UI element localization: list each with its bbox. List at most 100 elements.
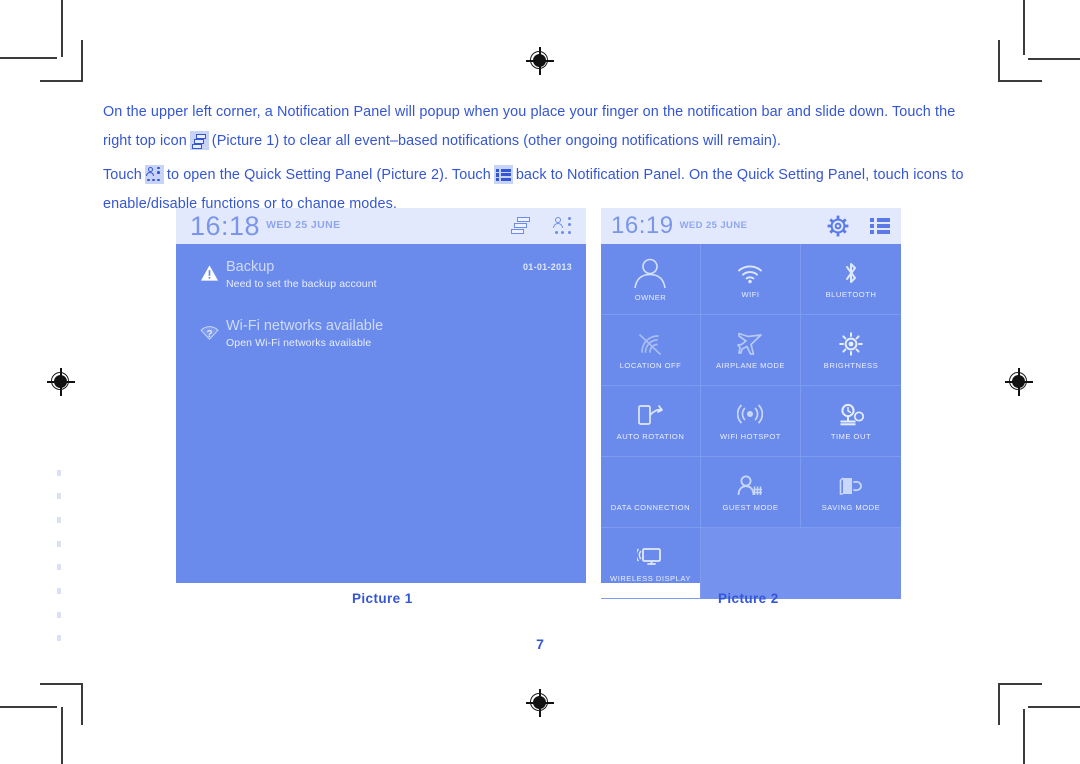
registration-mark-left (47, 368, 75, 396)
notification-subtitle: Open Wi-Fi networks available (226, 337, 372, 350)
timeout-icon (837, 401, 865, 429)
tile-label: WIFI HOTSPOT (720, 432, 781, 441)
notification-timestamp: 01-01-2013 (522, 262, 572, 272)
crop-mark-bottom-left-vertical (61, 707, 63, 764)
statusbar-time: 16:18 (190, 210, 261, 241)
tile-owner[interactable]: OWNER (601, 244, 701, 315)
crop-mark-bottom-left-horizontal (0, 706, 57, 708)
quick-settings-icon (144, 165, 164, 184)
registration-mark-right (1005, 368, 1033, 396)
quick-settings-tile-grid: OWNER WIFI BLUETOOTH LOCATION OFF AIRPLA… (601, 244, 901, 599)
tile-label: TIME OUT (830, 432, 872, 441)
tile-wireless-display[interactable]: WIRELESS DISPLAY (601, 528, 701, 599)
corner-bracket-top-left-2 (40, 80, 83, 82)
statusbar-time: 16:19 (611, 212, 674, 239)
margin-bleed-mark (57, 517, 61, 523)
gear-icon[interactable] (827, 215, 849, 237)
quick-settings-panel-screenshot: 16:19 WED 25 JUNE OWNER WIFI BLUETOOTH L… (601, 208, 901, 599)
tile-auto-rotation[interactable]: AUTO ROTATION (601, 386, 701, 457)
tile-label: BLUETOOTH (825, 290, 877, 299)
quick-settings-statusbar: 16:19 WED 25 JUNE (601, 208, 901, 244)
quick-settings-icon[interactable] (552, 215, 574, 237)
notification-panel-statusbar: 16:18 WED 25 JUNE (176, 208, 586, 244)
tile-airplane-mode[interactable]: AIRPLANE MODE (700, 315, 801, 386)
tile-label: SAVING MODE (821, 503, 881, 512)
notification-item[interactable]: Backup Need to set the backup account 01… (176, 244, 586, 300)
guest-mode-icon (736, 472, 764, 500)
notification-list: Backup Need to set the backup account 01… (176, 244, 586, 583)
tile-label: AUTO ROTATION (616, 432, 685, 441)
notification-title: Wi-Fi networks available (226, 318, 384, 335)
page-number: 7 (536, 636, 544, 652)
brightness-sun-icon (839, 330, 863, 358)
user-avatar-icon (633, 256, 667, 290)
corner-bracket-top-right (998, 40, 1000, 82)
paragraph-2-segment-2: to open the Quick Setting Panel (Picture… (166, 167, 491, 183)
list-menu-icon[interactable] (869, 215, 891, 237)
statusbar-date: WED 25 JUNE (266, 219, 341, 231)
tile-label: WIRELESS DISPLAY (610, 574, 691, 583)
hotspot-icon (737, 401, 764, 429)
tile-label: LOCATION OFF (619, 361, 682, 370)
caption-picture-2: Picture 2 (718, 591, 779, 606)
corner-bracket-bottom-left (81, 683, 83, 725)
tile-label: BRIGHTNESS (823, 361, 879, 370)
crop-mark-top-right-horizontal (1028, 58, 1080, 60)
registration-mark-bottom (526, 689, 554, 717)
margin-bleed-mark (57, 541, 61, 547)
paragraph-2-segment-1: Touch (103, 167, 142, 183)
tile-bluetooth[interactable]: BLUETOOTH (800, 244, 901, 315)
corner-bracket-top-right-2 (998, 80, 1042, 82)
notification-panel-screenshot: 16:18 WED 25 JUNE Backup Need to set the… (176, 208, 586, 583)
clear-all-icon (189, 131, 209, 150)
tile-location-off[interactable]: LOCATION OFF (601, 315, 701, 386)
tile-empty-slot (700, 528, 801, 599)
paragraph-1-segment-2: (Picture 1) to clear all event–based not… (211, 133, 782, 149)
statusbar-date: WED 25 JUNE (679, 219, 748, 231)
tile-label: GUEST MODE (722, 503, 779, 512)
tile-empty-slot (800, 528, 901, 599)
tile-wifi[interactable]: WIFI (700, 244, 801, 315)
tile-data-connection[interactable]: DATA CONNECTION (601, 457, 701, 528)
notification-item[interactable]: ? Wi-Fi networks available Open Wi-Fi ne… (176, 300, 586, 359)
paragraph-1: On the upper left corner, a Notification… (103, 98, 975, 156)
crop-mark-top-left-vertical (61, 0, 63, 57)
svg-text:?: ? (206, 329, 212, 340)
margin-bleed-mark (57, 470, 61, 476)
crop-mark-top-left-horizontal (0, 57, 57, 59)
wifi-icon (737, 259, 763, 287)
registration-mark-top (526, 47, 554, 75)
notification-text: Backup Need to set the backup account (226, 258, 523, 290)
corner-bracket-top-left (81, 40, 83, 82)
tile-time-out[interactable]: TIME OUT (800, 386, 901, 457)
tile-wifi-hotspot[interactable]: WIFI HOTSPOT (700, 386, 801, 457)
tile-label: DATA CONNECTION (610, 503, 691, 512)
crop-mark-top-right-vertical (1023, 0, 1025, 55)
margin-bleed-mark (57, 493, 61, 499)
bluetooth-icon (842, 259, 860, 287)
crop-mark-bottom-right-horizontal (1028, 706, 1080, 708)
auto-rotation-icon (637, 401, 664, 429)
wifi-question-icon: ? (192, 317, 226, 349)
tile-label: AIRPLANE MODE (716, 361, 785, 370)
crop-mark-bottom-right-vertical (1023, 709, 1025, 764)
corner-bracket-bottom-right-2 (998, 683, 1042, 685)
tile-label: OWNER (634, 293, 667, 302)
airplane-icon (737, 330, 764, 358)
notification-subtitle: Need to set the backup account (226, 278, 377, 291)
caption-picture-1: Picture 1 (352, 591, 413, 606)
list-menu-icon (493, 165, 513, 184)
tile-saving-mode[interactable]: SAVING MODE (800, 457, 901, 528)
margin-bleed-mark (57, 564, 61, 570)
notification-text: Wi-Fi networks available Open Wi-Fi netw… (226, 317, 572, 349)
warning-triangle-icon (192, 258, 226, 290)
clear-all-icon[interactable] (510, 215, 532, 237)
margin-bleed-mark (57, 612, 61, 618)
location-off-icon (637, 330, 663, 358)
margin-bleed-mark (57, 588, 61, 594)
notification-title: Backup (226, 259, 275, 275)
instruction-text: On the upper left corner, a Notification… (103, 98, 975, 224)
wireless-display-icon (637, 543, 663, 571)
tile-brightness[interactable]: BRIGHTNESS (800, 315, 901, 386)
tile-guest-mode[interactable]: GUEST MODE (700, 457, 801, 528)
